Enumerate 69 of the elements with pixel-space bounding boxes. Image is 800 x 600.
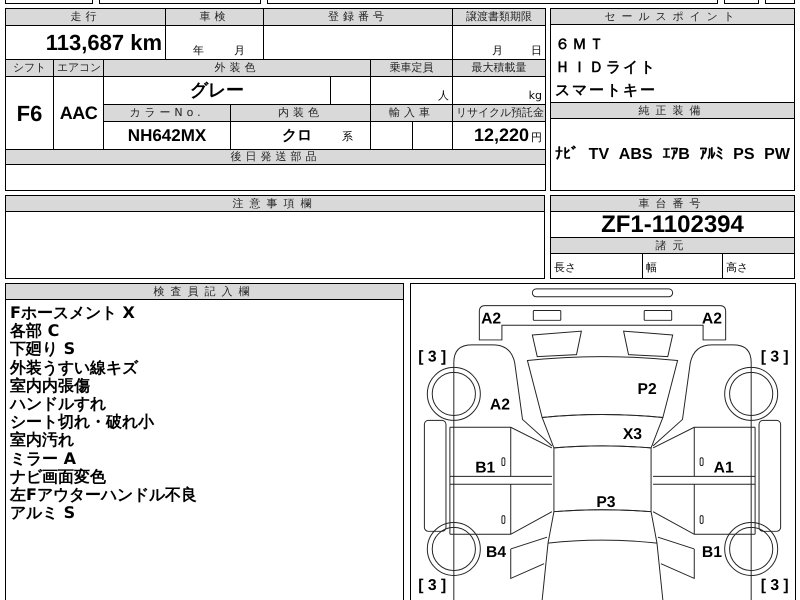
column-header: 輸入車	[370, 104, 453, 122]
inspection-note: アルミ S	[10, 504, 76, 522]
column-header: 後日発送部品	[6, 150, 546, 164]
damage-code: A2	[490, 396, 510, 414]
equipment-item: ｴｱB	[662, 144, 690, 164]
column-header: シフト	[6, 60, 54, 76]
damage-code: [ 3 ]	[760, 348, 789, 366]
damage-code: B4	[486, 544, 506, 561]
form-box	[724, 0, 760, 4]
interior-color-value: クロ	[282, 127, 312, 144]
section-header: 車台番号	[551, 196, 794, 212]
equipment-item: ABS	[618, 144, 653, 164]
unit-label: 年	[193, 44, 204, 56]
equipment-item: PW	[764, 144, 790, 164]
damage-code: [ 3 ]	[760, 577, 789, 594]
damage-code: P2	[638, 380, 657, 398]
damage-code: A2	[481, 310, 502, 328]
inspection-note: 外装うすい線キズ	[10, 358, 140, 377]
inspection-note: 室内汚れ	[10, 431, 75, 450]
damage-code: [ 3 ]	[418, 577, 446, 594]
column-header: 車検	[166, 8, 264, 26]
inspection-note: 室内内張傷	[10, 376, 91, 396]
unit-label: 月	[234, 44, 246, 56]
column-header: 走行	[6, 8, 166, 26]
column-header: 譲渡書類期限	[452, 8, 546, 26]
recycle-fee-value: 12,220	[474, 125, 530, 145]
unit-label: 月	[492, 44, 504, 56]
inspection-note: Fホースメント X	[10, 304, 136, 322]
equipment-item: ﾅﾋﾞ	[555, 144, 579, 164]
equipment-item: TV	[588, 144, 610, 164]
damage-code: P3	[596, 494, 616, 511]
section-header: 諸元	[551, 238, 794, 254]
damage-code: B1	[702, 544, 722, 561]
column-header: 内装色	[230, 104, 371, 122]
inspection-note: ナビ画面変色	[10, 468, 107, 486]
column-header: エアコン	[54, 60, 104, 76]
inspection-note: 左Fアウターハンドル不良	[10, 486, 198, 504]
inspection-note: ハンドルすれ	[10, 395, 107, 414]
sales-point-text: ＨＩＤライト	[555, 57, 658, 78]
spec-label: 長さ	[551, 254, 643, 278]
inspection-note: 下廻り S	[10, 340, 76, 359]
form-box	[765, 0, 796, 4]
column-header: 乗車定員	[370, 60, 453, 76]
damage-code: A2	[702, 310, 722, 328]
inspection-note: シート切れ・破れ小	[10, 413, 156, 432]
section-header: セールスポイント	[551, 9, 794, 25]
equipment-item: ｱﾙﾐ	[699, 144, 724, 164]
damage-code: X3	[622, 426, 642, 444]
column-header: リサイクル預託金	[452, 104, 546, 122]
damage-code: [ 3 ]	[418, 348, 446, 366]
column-header: カラーNo.	[104, 104, 231, 122]
spec-label: 高さ	[725, 260, 749, 276]
equipment-item: PS	[733, 144, 754, 164]
column-header: 最大積載量	[452, 60, 546, 76]
column-header: 登録番号	[264, 8, 453, 26]
column-header: 外装色	[104, 60, 371, 76]
unit-label: 日	[531, 44, 542, 56]
section-header: 注意事項欄	[6, 196, 544, 212]
unit-label: 系	[342, 130, 354, 144]
spec-label: 幅	[643, 254, 723, 278]
sales-point-text: ６ＭＴ	[555, 34, 607, 55]
sales-point-text: スマートキー	[555, 80, 658, 101]
damage-code: B1	[475, 459, 496, 476]
inspection-note: ミラー A	[10, 450, 77, 468]
unit-label: 円	[531, 131, 542, 144]
inspection-note: 各部 C	[10, 322, 60, 340]
section-header: 検査員記入欄	[6, 284, 403, 300]
damage-code: A1	[714, 459, 734, 476]
section-header: 純正装備	[551, 103, 794, 119]
